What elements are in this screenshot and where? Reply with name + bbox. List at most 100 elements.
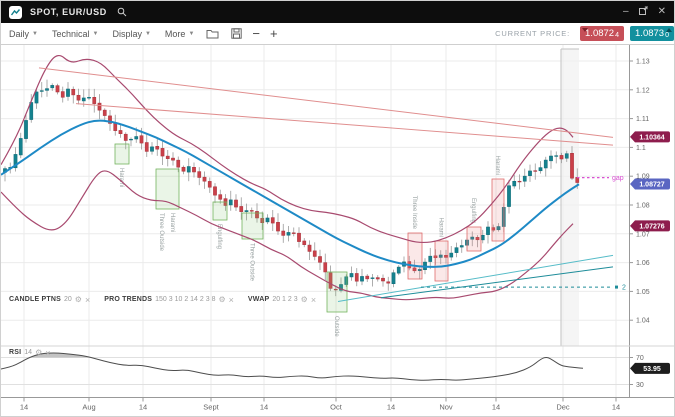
candle-body <box>303 241 306 245</box>
candle-body <box>355 273 358 281</box>
pattern-box <box>242 213 263 239</box>
rsi-band-label: 70 <box>636 355 644 362</box>
search-icon[interactable] <box>117 7 127 17</box>
gap-label: gap <box>612 175 624 182</box>
candle-body <box>87 97 90 98</box>
candle-body <box>513 181 516 186</box>
ask-price-badge: 1.08730 <box>630 26 674 41</box>
candle-body <box>350 273 353 277</box>
candle-body <box>77 95 80 100</box>
candle-body <box>308 245 311 251</box>
display-menu[interactable]: Display▼ <box>112 29 150 39</box>
candle-body <box>486 227 489 235</box>
popout-icon[interactable] <box>639 6 648 18</box>
gear-icon[interactable]: ⚙ <box>218 295 225 304</box>
candle-body <box>182 167 185 171</box>
y-axis-tick-label: 1.12 <box>636 87 650 94</box>
candle-body <box>72 89 75 95</box>
candle-body <box>287 232 290 235</box>
svg-text:1.07276: 1.07276 <box>639 223 664 230</box>
candle-body <box>98 103 101 110</box>
indicator-params: 14 <box>24 349 32 356</box>
candle-body <box>40 91 43 92</box>
candle-body <box>213 187 216 195</box>
pattern-label: Outside <box>333 316 339 337</box>
app-logo-icon <box>9 6 22 19</box>
indicator-legend-item: PRO TRENDS150 3 10 2 14 2 3 8⚙× <box>104 295 234 304</box>
gear-icon[interactable]: ⚙ <box>301 295 308 304</box>
indicator-legend-item: VWAP20 1 2 3 ⚙× <box>248 295 316 304</box>
price-tag: 1.10364 <box>630 131 670 142</box>
x-axis-tick-label: Aug <box>82 403 95 412</box>
candle-body <box>266 218 269 222</box>
chevron-down-icon: ▼ <box>93 31 99 37</box>
trading-app-window: SPOT, EUR/USD – ✕ Daily▼ Technical▼ Disp… <box>0 0 675 417</box>
candle-body <box>56 86 59 92</box>
symbol-title: SPOT, EUR/USD <box>30 7 107 17</box>
rsi-value-tag: 53.95 <box>630 363 670 374</box>
close-icon[interactable]: × <box>311 296 316 304</box>
x-axis-tick-label: Oct <box>330 403 343 412</box>
main-chart-canvas[interactable]: HaramiThree OutsideHaramiEngulfingThree … <box>1 45 675 417</box>
candle-body <box>371 278 374 279</box>
candle-body <box>565 154 568 159</box>
gear-icon[interactable]: ⚙ <box>75 295 82 304</box>
pattern-box <box>156 169 179 209</box>
y-axis-tick-label: 1.1 <box>636 145 646 152</box>
zoom-in-button[interactable]: + <box>270 28 278 40</box>
candle-body <box>481 235 484 240</box>
candle-body <box>507 186 510 207</box>
pattern-label: Three Outside <box>249 243 255 282</box>
close-icon[interactable]: × <box>45 349 50 357</box>
candle-body <box>318 256 321 262</box>
save-icon[interactable] <box>231 28 242 39</box>
candle-body <box>161 148 164 156</box>
candle-body <box>544 160 547 168</box>
timeframe-menu[interactable]: Daily▼ <box>9 29 38 39</box>
current-period-highlight <box>561 49 579 346</box>
indicator-name: RSI <box>9 349 21 356</box>
toolbar: Daily▼ Technical▼ Display▼ More▼ − + CUR… <box>1 23 675 45</box>
y-axis-tick-label: 1.05 <box>636 289 650 296</box>
indicator-legend-item: RSI14⚙× <box>9 348 51 357</box>
indicator-name: VWAP <box>248 296 269 303</box>
zoom-out-button[interactable]: − <box>252 28 260 40</box>
candle-body <box>518 181 521 182</box>
y-axis-tick-label: 1.07 <box>636 231 650 238</box>
indicator-name: CANDLE PTNS <box>9 296 61 303</box>
candle-body <box>124 134 127 140</box>
more-menu[interactable]: More▼ <box>165 29 194 39</box>
close-icon[interactable]: × <box>229 296 234 304</box>
candle-body <box>324 263 327 272</box>
candle-body <box>177 160 180 167</box>
close-button[interactable]: ✕ <box>658 7 666 17</box>
price-tag: 1.07276 <box>630 220 670 231</box>
pattern-box <box>408 233 422 279</box>
candle-body <box>166 156 169 159</box>
candle-body <box>129 139 132 140</box>
gear-icon[interactable]: ⚙ <box>35 348 42 357</box>
candle-body <box>276 222 279 231</box>
x-axis-tick-label: Sept <box>203 403 219 412</box>
candle-body <box>171 158 174 160</box>
minimize-button[interactable]: – <box>623 7 629 17</box>
pattern-label: Engulfing <box>470 198 476 223</box>
pattern-box <box>467 227 481 251</box>
x-axis-tick-label: Dec <box>556 403 570 412</box>
indicator-params: 20 1 2 3 <box>272 296 297 303</box>
open-folder-icon[interactable] <box>206 28 219 39</box>
candle-body <box>539 168 542 171</box>
price-tag: 1.08727 <box>630 179 670 190</box>
x-axis-tick-label: 14 <box>612 403 620 412</box>
candle-body <box>229 200 232 205</box>
candle-body <box>523 176 526 181</box>
candle-body <box>366 276 369 279</box>
candle-body <box>156 146 159 149</box>
technical-menu[interactable]: Technical▼ <box>52 29 98 39</box>
close-icon[interactable]: × <box>85 296 90 304</box>
candle-body <box>376 278 379 279</box>
svg-text:1.08727: 1.08727 <box>639 182 664 189</box>
candle-body <box>103 110 106 115</box>
y-axis-tick-label: 1.04 <box>636 318 650 325</box>
candle-body <box>450 253 453 257</box>
